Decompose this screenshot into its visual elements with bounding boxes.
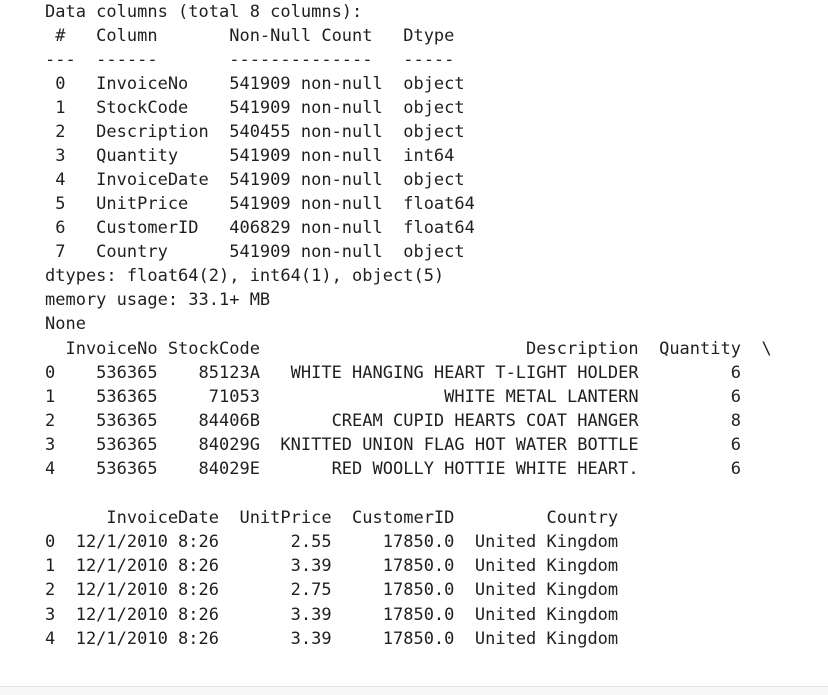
head-table2-header-line: InvoiceDate UnitPrice CustomerID Country (45, 508, 639, 528)
none-line: None (45, 314, 86, 334)
info-row-line: 1 StockCode 541909 non-null object (45, 98, 475, 118)
dtypes-summary-line: dtypes: float64(2), int64(1), object(5) (45, 266, 445, 286)
head-table-row-line: 3 536365 84029G KNITTED UNION FLAG HOT W… (45, 435, 772, 455)
head-table-row-line: 4 536365 84029E RED WOOLLY HOTTIE WHITE … (45, 459, 772, 479)
memory-usage-line: memory usage: 33.1+ MB (45, 290, 271, 310)
info-row-line: 4 InvoiceDate 541909 non-null object (45, 170, 475, 190)
head-table-row-line: 0 536365 85123A WHITE HANGING HEART T-LI… (45, 363, 772, 383)
info-column-header-line: # Column Non-Null Count Dtype (45, 26, 475, 46)
head-table2-row-line: 1 12/1/2010 8:26 3.39 17850.0 United Kin… (45, 556, 639, 576)
head-table2-row-line: 4 12/1/2010 8:26 3.39 17850.0 United Kin… (45, 629, 639, 649)
info-separator-line: --- ------ -------------- ----- (45, 50, 475, 70)
head-table2-row-line: 3 12/1/2010 8:26 3.39 17850.0 United Kin… (45, 605, 639, 625)
info-row-line: 3 Quantity 541909 non-null int64 (45, 146, 475, 166)
head-table2-row-line: 2 12/1/2010 8:26 2.75 17850.0 United Kin… (45, 580, 639, 600)
cell-output: Data columns (total 8 columns): # Column… (0, 0, 828, 685)
info-row-line: 2 Description 540455 non-null object (45, 122, 475, 142)
info-header-line: Data columns (total 8 columns): (45, 2, 363, 22)
output-bottom-strip (0, 687, 828, 695)
head-table2-row-line: 0 12/1/2010 8:26 2.55 17850.0 United Kin… (45, 532, 639, 552)
head-table-header-line: InvoiceNo StockCode Description Quantity… (45, 339, 772, 359)
head-table-row-line: 1 536365 71053 WHITE METAL LANTERN 6 (45, 387, 772, 407)
info-row-line: 0 InvoiceNo 541909 non-null object (45, 74, 475, 94)
info-row-line: 6 CustomerID 406829 non-null float64 (45, 218, 475, 238)
head-table-row-line: 2 536365 84406B CREAM CUPID HEARTS COAT … (45, 411, 772, 431)
info-row-line: 7 Country 541909 non-null object (45, 242, 475, 262)
info-row-line: 5 UnitPrice 541909 non-null float64 (45, 194, 475, 214)
